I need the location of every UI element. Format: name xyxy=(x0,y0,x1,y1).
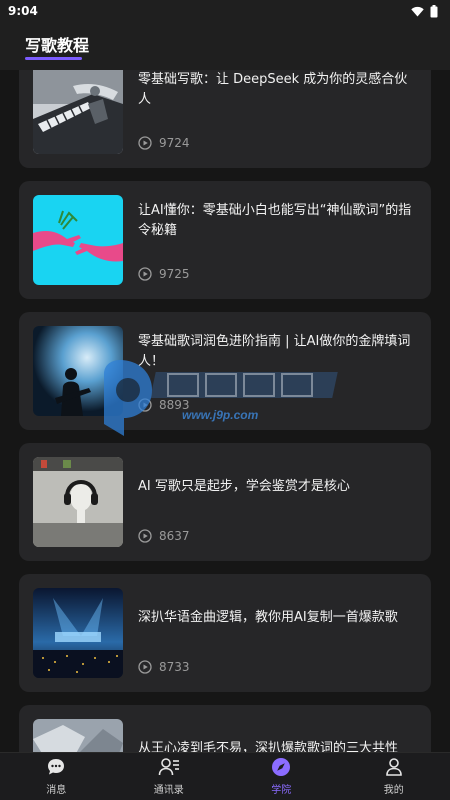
view-count: 9724 xyxy=(138,136,190,150)
bottom-nav: 消息 通讯录 学院 我的 xyxy=(0,752,450,800)
play-circle-icon xyxy=(138,267,152,281)
tutorial-card[interactable]: 零基础写歌：让 DeepSeek 成为你的灵感合伙人 9724 xyxy=(19,70,431,168)
view-count-value: 9724 xyxy=(159,136,190,150)
robot-piano-image xyxy=(33,70,123,154)
tutorial-list[interactable]: 零基础写歌：让 DeepSeek 成为你的灵感合伙人 9724 让AI懂你：零基… xyxy=(0,70,450,752)
hands-reaching-image xyxy=(33,195,123,285)
tutorial-card[interactable]: AI 写歌只是起步，学会鉴赏才是核心 8637 xyxy=(19,443,431,561)
crystal-texture-image xyxy=(33,719,123,752)
card-title: 深扒华语金曲逻辑，教你用AI复制一首爆款歌 xyxy=(138,610,398,625)
card-title: 从王心凌到毛不易，深扒爆款歌词的三大共性 xyxy=(138,741,399,752)
nav-item-profile[interactable]: 我的 xyxy=(338,753,450,800)
chat-bubble-icon xyxy=(48,759,65,775)
view-count-value: 8637 xyxy=(159,529,190,543)
card-title: AI 写歌只是起步，学会鉴赏才是核心 xyxy=(138,479,350,494)
tutorial-card[interactable]: 从王心凌到毛不易，深扒爆款歌词的三大共性 xyxy=(19,705,431,752)
nav-label: 我的 xyxy=(383,785,404,796)
tutorial-card[interactable]: 深扒华语金曲逻辑，教你用AI复制一首爆款歌 8733 xyxy=(19,574,431,692)
view-count: 9725 xyxy=(138,267,190,281)
nav-item-messages[interactable]: 消息 xyxy=(0,753,113,800)
nav-item-academy[interactable]: 学院 xyxy=(225,753,338,800)
view-count: 8733 xyxy=(138,660,190,674)
battery-icon xyxy=(430,4,438,17)
view-count-value: 8893 xyxy=(159,398,190,412)
play-circle-icon xyxy=(138,136,152,150)
play-circle-icon xyxy=(138,660,152,674)
app-screen: 9:04 写歌教程 零基础写歌：让 DeepSeek 成为你的灵感合伙人 972… xyxy=(0,0,450,800)
contacts-icon xyxy=(158,758,179,776)
view-count: 8893 xyxy=(138,398,190,412)
page-header: 写歌教程 xyxy=(0,22,450,70)
status-icons xyxy=(411,4,438,18)
wifi-icon xyxy=(411,6,424,17)
active-tab-indicator xyxy=(25,57,82,60)
card-title: 零基础写歌：让 DeepSeek 成为你的灵感合伙人 xyxy=(138,72,408,107)
nav-label: 通讯录 xyxy=(153,785,184,796)
guitarist-stage-image xyxy=(33,326,123,416)
card-title: 零基础歌词润色进阶指南 | 让AI做你的金牌填词人！ xyxy=(138,334,411,369)
card-title: 让AI懂你：零基础小白也能写出“神仙歌词”的指令秘籍 xyxy=(138,203,412,238)
nav-label: 学院 xyxy=(271,785,292,796)
person-icon xyxy=(385,758,402,776)
nav-label: 消息 xyxy=(46,785,67,796)
tutorial-card[interactable]: 零基础歌词润色进阶指南 | 让AI做你的金牌填词人！ 8893 xyxy=(19,312,431,430)
view-count-value: 8733 xyxy=(159,660,190,674)
status-bar: 9:04 xyxy=(0,0,450,22)
play-circle-icon xyxy=(138,529,152,543)
tab-tutorials[interactable]: 写歌教程 xyxy=(25,32,89,56)
headphones-bust-image xyxy=(33,457,123,547)
view-count-value: 9725 xyxy=(159,267,190,281)
status-time: 9:04 xyxy=(8,4,38,18)
play-circle-icon xyxy=(138,398,152,412)
concert-stage-image xyxy=(33,588,123,678)
tutorial-card[interactable]: 让AI懂你：零基础小白也能写出“神仙歌词”的指令秘籍 9725 xyxy=(19,181,431,299)
view-count: 8637 xyxy=(138,529,190,543)
compass-icon xyxy=(272,758,291,776)
nav-item-contacts[interactable]: 通讯录 xyxy=(113,753,226,800)
